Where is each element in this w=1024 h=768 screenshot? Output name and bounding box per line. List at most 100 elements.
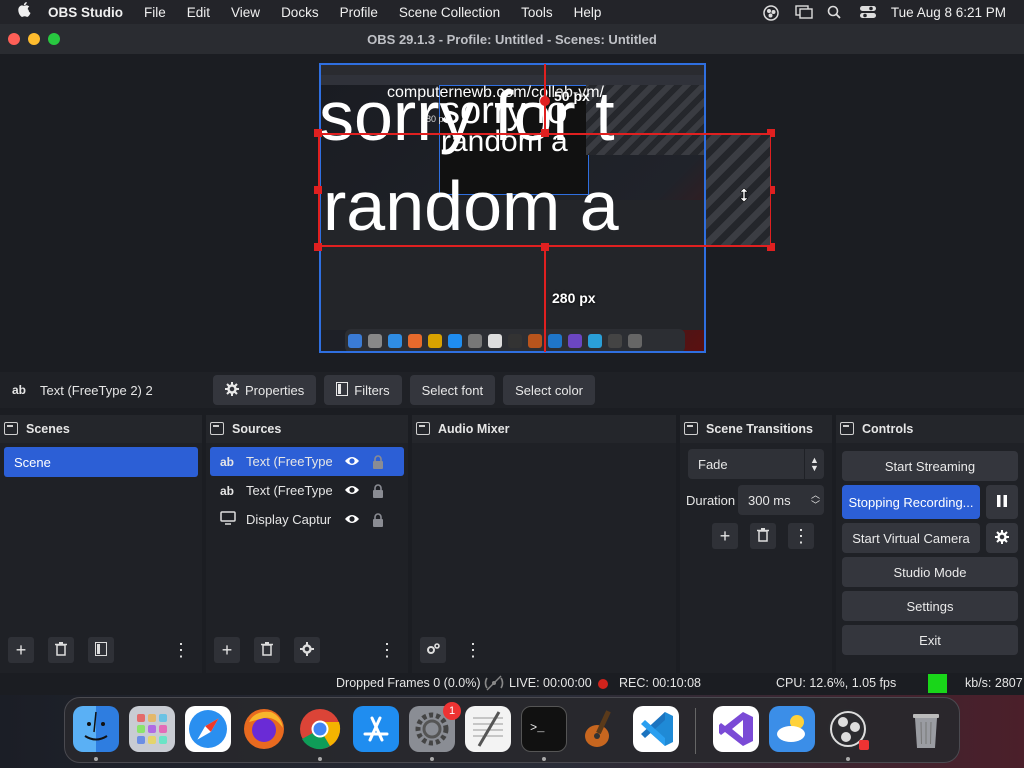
audio-mixer-dock-header[interactable]: Audio Mixer	[412, 415, 676, 443]
menubar-clock[interactable]: Tue Aug 8 6:21 PM	[891, 5, 1006, 20]
more-vertical-icon: ⋮	[378, 639, 396, 660]
settings-label: Settings	[906, 598, 954, 614]
apple-icon[interactable]	[18, 2, 34, 22]
garageband-icon[interactable]	[577, 706, 623, 752]
screen-mirroring-icon[interactable]	[795, 5, 813, 19]
dropped-frames-status: Dropped Frames 0 (0.0%)	[336, 676, 481, 690]
visibility-eye-icon[interactable]	[344, 455, 360, 469]
obs-status-icon[interactable]	[763, 5, 779, 21]
menu-scene-collection[interactable]: Scene Collection	[399, 5, 500, 20]
duration-spinbox[interactable]: 300 ms ︿ ﹀	[738, 485, 824, 515]
transition-select[interactable]: Fade ▲ ▼	[688, 449, 824, 479]
scene-transitions-title: Scene Transitions	[706, 422, 813, 436]
select-font-label: Select font	[421, 382, 484, 398]
start-streaming-label: Start Streaming	[884, 458, 976, 474]
transition-properties-button[interactable]: ⋮	[788, 523, 814, 549]
menu-docks[interactable]: Docks	[281, 5, 319, 20]
pause-recording-button[interactable]	[986, 485, 1018, 519]
menu-help[interactable]: Help	[574, 5, 602, 20]
lock-icon[interactable]	[372, 483, 388, 498]
cpu-status: CPU: 12.6%, 1.05 fps	[776, 676, 897, 690]
controls-dock-header[interactable]: Controls	[836, 415, 1024, 443]
sources-dock: Sources ab Text (FreeType ab Text (FreeT…	[206, 415, 408, 673]
close-window-button[interactable]	[8, 33, 20, 45]
weather-icon[interactable]	[769, 706, 815, 752]
add-scene-button[interactable]: +	[8, 637, 34, 663]
minimize-window-button[interactable]	[28, 33, 40, 45]
status-bar: Dropped Frames 0 (0.0%) LIVE: 00:00:00 R…	[0, 673, 1024, 695]
remove-transition-button[interactable]	[750, 523, 776, 549]
select-font-button[interactable]: Select font	[409, 375, 496, 405]
scenes-dock-header[interactable]: Scenes	[0, 415, 202, 443]
visual-studio-icon[interactable]	[713, 706, 759, 752]
add-transition-button[interactable]: +	[712, 523, 738, 549]
visibility-eye-icon[interactable]	[344, 484, 360, 498]
select-color-label: Select color	[515, 382, 583, 398]
more-vertical-icon: ⋮	[792, 525, 810, 546]
add-source-button[interactable]: +	[214, 637, 240, 663]
source-list-item[interactable]: ab Text (FreeType	[210, 447, 404, 476]
filters-label: Filters	[354, 382, 390, 398]
menu-file[interactable]: File	[144, 5, 166, 20]
firefox-icon[interactable]	[241, 706, 287, 752]
menu-app-name[interactable]: OBS Studio	[48, 5, 123, 20]
settings-button[interactable]: Settings	[842, 591, 1018, 621]
finder-icon[interactable]	[73, 706, 119, 752]
stop-recording-button[interactable]: Stopping Recording...	[842, 485, 980, 519]
resize-handle[interactable]	[314, 129, 322, 137]
sources-dock-header[interactable]: Sources	[206, 415, 408, 443]
resize-handle[interactable]	[314, 186, 322, 194]
scene-filters-button[interactable]	[88, 637, 114, 663]
source-properties-button[interactable]	[294, 637, 320, 663]
filter-icon	[336, 381, 349, 399]
select-color-button[interactable]: Select color	[503, 375, 595, 405]
launchpad-icon[interactable]	[129, 706, 175, 752]
menu-profile[interactable]: Profile	[340, 5, 378, 20]
properties-label: Properties	[245, 382, 305, 398]
virtual-camera-settings-button[interactable]	[986, 523, 1018, 553]
terminal-icon[interactable]: >_	[521, 706, 567, 752]
resize-handle[interactable]	[314, 243, 322, 251]
menu-edit[interactable]: Edit	[187, 5, 210, 20]
source-list-item[interactable]: Display Captur	[210, 505, 404, 534]
safari-icon[interactable]	[185, 706, 231, 752]
selected-source-name: Text (FreeType 2) 2	[40, 382, 153, 398]
menu-view[interactable]: View	[231, 5, 260, 20]
more-vertical-icon: ⋮	[464, 639, 482, 660]
running-indicator	[430, 757, 434, 761]
guide-line-bottom	[544, 247, 546, 352]
zoom-window-button[interactable]	[48, 33, 60, 45]
start-virtual-camera-button[interactable]: Start Virtual Camera	[842, 523, 980, 553]
spotlight-search-icon[interactable]	[827, 5, 843, 19]
lock-icon[interactable]	[372, 454, 388, 469]
properties-button[interactable]: Properties	[213, 375, 317, 405]
scene-transitions-dock-header[interactable]: Scene Transitions	[680, 415, 832, 443]
sources-more-button[interactable]: ⋮	[374, 637, 400, 663]
exit-button[interactable]: Exit	[842, 625, 1018, 655]
chrome-icon[interactable]	[297, 706, 343, 752]
textedit-icon[interactable]	[465, 706, 511, 752]
remove-scene-button[interactable]	[48, 637, 74, 663]
remove-source-button[interactable]	[254, 637, 280, 663]
audio-mixer-more-button[interactable]: ⋮	[460, 637, 486, 663]
advanced-audio-settings-button[interactable]	[420, 637, 446, 663]
lock-icon[interactable]	[372, 512, 388, 527]
vscode-icon[interactable]	[633, 706, 679, 752]
filters-button[interactable]: Filters	[324, 375, 402, 405]
rotation-handle[interactable]	[540, 96, 550, 106]
control-center-icon[interactable]	[859, 5, 876, 19]
source-selection-box[interactable]	[318, 133, 771, 247]
menu-tools[interactable]: Tools	[521, 5, 553, 20]
pause-icon	[997, 494, 1007, 510]
app-store-icon[interactable]	[353, 706, 399, 752]
start-streaming-button[interactable]: Start Streaming	[842, 451, 1018, 481]
system-settings-icon[interactable]: 1	[409, 702, 461, 752]
trash-icon[interactable]	[903, 706, 949, 752]
monitor-icon	[220, 511, 246, 528]
visibility-eye-icon[interactable]	[344, 513, 360, 527]
obs-icon[interactable]	[825, 706, 871, 752]
scene-list-item[interactable]: Scene	[4, 447, 198, 477]
source-list-item[interactable]: ab Text (FreeType	[210, 476, 404, 505]
studio-mode-button[interactable]: Studio Mode	[842, 557, 1018, 587]
scenes-more-button[interactable]: ⋮	[168, 637, 194, 663]
